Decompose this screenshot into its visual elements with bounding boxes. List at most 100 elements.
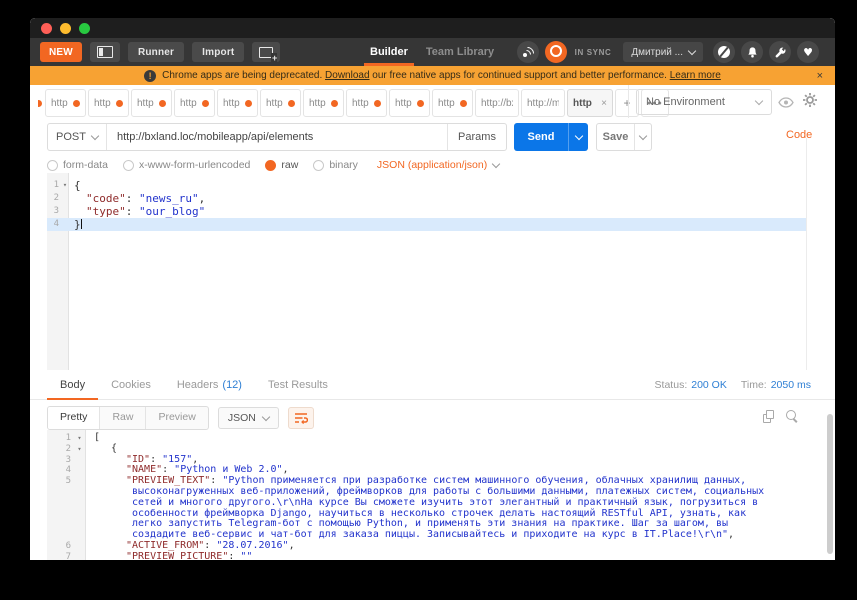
copy-icon[interactable] <box>763 410 774 423</box>
new-window-button[interactable] <box>252 42 280 62</box>
tab-unsaved[interactable]: http <box>88 89 129 117</box>
tab-unsaved[interactable]: http <box>45 89 86 117</box>
settings-button[interactable] <box>769 41 791 63</box>
minimize-window-icon[interactable] <box>60 23 71 34</box>
line-number: 5 <box>47 476 73 487</box>
code-token: , <box>199 192 206 205</box>
unsaved-dot-icon <box>417 100 424 107</box>
request-body-editor[interactable]: 1▾{2"code": "news_ru",3"type": "our_blog… <box>30 173 835 370</box>
toolbar: NEW Runner Import Builder Team Library I… <box>30 38 835 66</box>
tab-unsaved[interactable]: http <box>389 89 430 117</box>
interceptor-button[interactable] <box>517 41 539 63</box>
chevron-down-icon <box>574 131 582 139</box>
code-token: : <box>228 551 240 560</box>
titlebar[interactable] <box>30 18 835 38</box>
response-tab-cookies[interactable]: Cookies <box>98 370 164 399</box>
notifications-button[interactable] <box>741 41 763 63</box>
new-window-icon <box>259 47 273 58</box>
environment-select[interactable]: No Environment <box>636 89 772 115</box>
response-tab-headers[interactable]: Headers(12) <box>164 370 255 399</box>
warning-icon: ! <box>144 70 156 82</box>
settings-menu-button[interactable] <box>802 92 818 113</box>
tab-unsaved[interactable]: http <box>260 89 301 117</box>
line-number: 1 <box>47 433 73 444</box>
close-tab-icon[interactable]: × <box>601 98 607 109</box>
tab-label: http <box>352 98 369 109</box>
new-button[interactable]: NEW <box>40 42 82 62</box>
sync-status-icon[interactable] <box>545 41 567 63</box>
search-icon[interactable] <box>786 410 799 423</box>
view-raw[interactable]: Raw <box>100 407 146 429</box>
request-scrollbar-track[interactable] <box>806 138 807 370</box>
learn-more-link[interactable]: Learn more <box>670 70 721 81</box>
zoom-window-icon[interactable] <box>79 23 90 34</box>
view-preview[interactable]: Preview <box>146 407 207 429</box>
code-token: "news_ru" <box>139 192 199 205</box>
tab-team-library[interactable]: Team Library <box>426 38 494 66</box>
code-text: "code": "news_ru", <box>69 192 205 205</box>
code-token: "157" <box>162 454 192 465</box>
request-builder: POST http://bxland.loc/mobileapp/api/ele… <box>30 118 835 155</box>
app-window: NEW Runner Import Builder Team Library I… <box>30 18 835 560</box>
import-button[interactable]: Import <box>192 42 244 62</box>
status-badge: Status:200 OK <box>655 379 727 391</box>
close-window-icon[interactable] <box>41 23 52 34</box>
response-scrollbar-thumb[interactable] <box>827 414 833 554</box>
body-mode-raw[interactable]: raw <box>265 159 298 171</box>
params-button[interactable]: Params <box>447 124 506 150</box>
unsaved-dot-icon <box>460 100 467 107</box>
support-button[interactable]: ♥ <box>797 41 819 63</box>
tab-unsaved[interactable]: http <box>217 89 258 117</box>
code-token: : <box>162 464 174 475</box>
tab-unsaved[interactable]: http <box>432 89 473 117</box>
tab-unsaved[interactable]: http <box>174 89 215 117</box>
help-button[interactable] <box>713 41 735 63</box>
send-options-button[interactable] <box>568 123 588 151</box>
tab-unsaved[interactable]: http <box>131 89 172 117</box>
radio-icon <box>265 160 276 171</box>
response-body-editor[interactable]: 1▾[2▾{3"ID": "157",4"NAME": "Python и We… <box>30 430 835 560</box>
response-tab-label: Test Results <box>268 379 328 391</box>
send-button[interactable]: Send <box>514 123 568 151</box>
code-line: 1▾[ <box>47 433 823 444</box>
code-token: особенности фреймворка Django, научиться… <box>132 508 746 519</box>
unsaved-dot-icon <box>73 100 80 107</box>
tabs: httphttphttphttphttphttphttphttphttphttp… <box>38 89 671 117</box>
chevron-down-icon <box>639 131 647 139</box>
format-select[interactable]: JSON <box>218 407 279 429</box>
tab-active[interactable]: http × <box>567 89 613 117</box>
tab-builder[interactable]: Builder <box>370 38 408 66</box>
tab-url[interactable]: http://mob <box>521 89 565 117</box>
tab-label: http <box>137 98 154 109</box>
url-group: POST http://bxland.loc/mobileapp/api/ele… <box>47 123 507 151</box>
download-link[interactable]: Download <box>325 70 369 81</box>
body-mode-x-www-form-urlencoded[interactable]: x-www-form-urlencoded <box>123 159 250 171</box>
banner-close-icon[interactable]: × <box>817 66 823 85</box>
method-select[interactable]: POST <box>48 124 107 150</box>
tab-unsaved[interactable]: http <box>346 89 387 117</box>
body-mode-form-data[interactable]: form-data <box>47 159 108 171</box>
code-token: : <box>150 454 162 465</box>
response-view-controls: PrettyRawPreview JSON <box>47 406 314 430</box>
line-number <box>47 498 73 509</box>
tab-unsaved[interactable]: http <box>303 89 344 117</box>
unsaved-dot-icon <box>159 100 166 107</box>
response-tab-body[interactable]: Body <box>47 370 98 399</box>
view-pretty[interactable]: Pretty <box>48 407 100 429</box>
tab-url[interactable]: http://bxla <box>475 89 519 117</box>
url-input[interactable]: http://bxland.loc/mobileapp/api/elements <box>107 124 447 150</box>
user-menu[interactable]: Дмитрий ... <box>623 42 703 62</box>
code-link[interactable]: Code <box>786 129 812 141</box>
tab-partial[interactable] <box>38 89 43 117</box>
code-token: создадите веб-сервис и чат-бот для заказ… <box>132 529 728 540</box>
layout-toggle-button[interactable] <box>90 42 120 62</box>
save-options-button[interactable] <box>634 124 651 150</box>
runner-button[interactable]: Runner <box>128 42 184 62</box>
code-token: , <box>283 464 289 475</box>
response-tab-test-results[interactable]: Test Results <box>255 370 341 399</box>
body-mode-binary[interactable]: binary <box>313 159 358 171</box>
content-type-select[interactable]: JSON (application/json) <box>377 159 499 171</box>
environment-preview-button[interactable] <box>778 95 794 113</box>
wrap-lines-button[interactable] <box>288 407 314 429</box>
save-button[interactable]: Save <box>597 124 634 150</box>
